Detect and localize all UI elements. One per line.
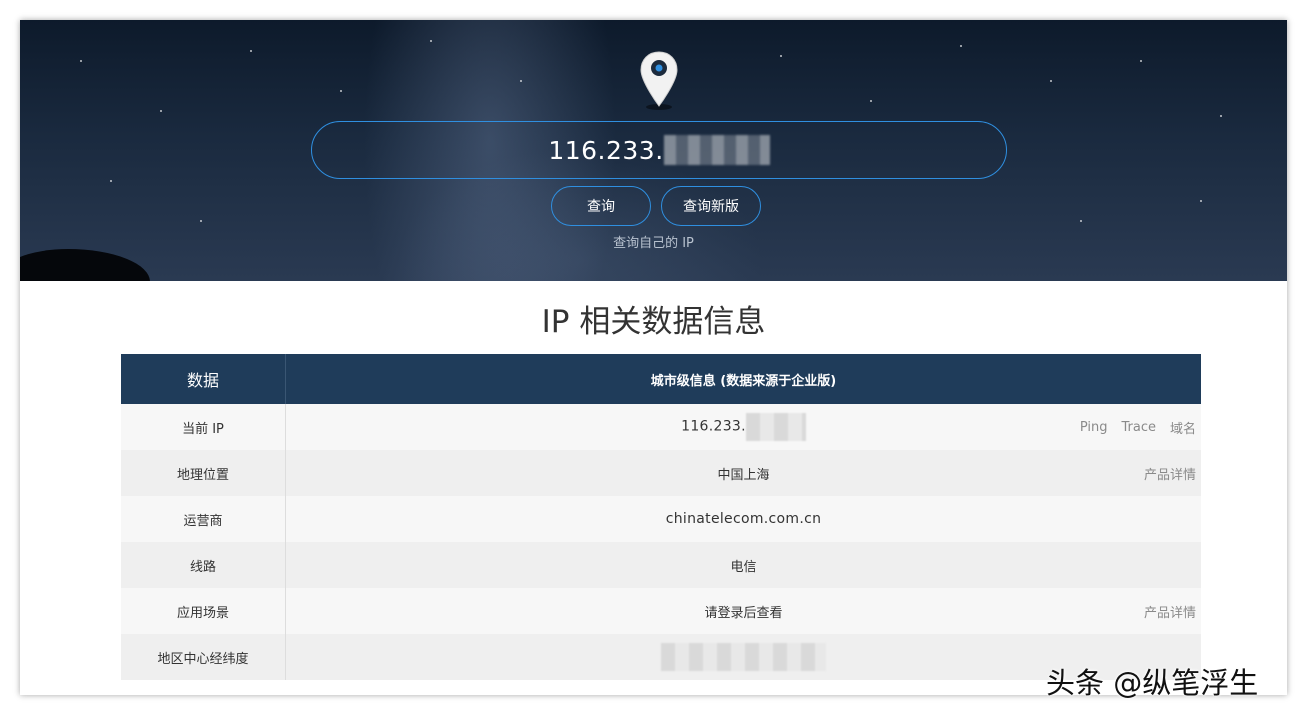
redacted-ip-suffix [745,413,806,441]
query-button[interactable]: 查询 [551,186,651,226]
ip-action-links: Ping Trace 域名 [1080,404,1196,450]
row-label: 地区中心经纬度 [121,634,286,680]
redacted-coordinates [661,643,826,671]
ip-info-table: 数据 城市级信息 (数据来源于企业版) 当前 IP 116.233. Ping … [121,354,1201,680]
ping-link[interactable]: Ping [1080,420,1108,435]
scenario-action-links: 产品详情 [1144,588,1196,634]
product-details-link[interactable]: 产品详情 [1144,602,1196,621]
row-label: 线路 [121,542,286,588]
location-pin-icon [640,51,678,110]
table-row-coordinates: 地区中心经纬度 [121,634,1201,680]
row-label: 应用场景 [121,588,286,634]
row-value-cell: 116.233. Ping Trace 域名 [285,404,1201,450]
table-row-line: 线路 电信 [121,542,1201,588]
horizon-silhouette [20,249,150,281]
query-new-button[interactable]: 查询新版 [661,186,761,226]
ip-search-input[interactable]: 116.233. [311,121,1007,179]
table-row-isp: 运营商 chinatelecom.com.cn [121,496,1201,542]
watermark-text: 头条 @纵笔浮生 [1046,666,1259,700]
row-label: 运营商 [121,496,286,542]
location-value: 中国上海 [717,467,770,483]
location-action-links: 产品详情 [1144,450,1196,496]
current-ip-value: 116.233. [681,418,746,435]
domain-link[interactable]: 域名 [1170,418,1196,437]
row-label: 地理位置 [121,450,286,496]
table-row-scenario: 应用场景 请登录后查看 产品详情 [121,588,1201,634]
row-label: 当前 IP [121,404,286,450]
scenario-value: 请登录后查看 [704,605,783,621]
trace-link[interactable]: Trace [1121,420,1156,435]
section-title: IP 相关数据信息 [541,304,766,340]
isp-value: chinatelecom.com.cn [665,511,822,527]
redacted-ip-suffix [663,135,770,165]
table-row-current-ip: 当前 IP 116.233. Ping Trace 域名 [121,404,1201,450]
row-value-cell: 请登录后查看 产品详情 [285,588,1201,634]
row-value-cell: 电信 [285,542,1201,588]
search-ip-text: 116.233. [548,135,664,165]
query-own-ip-link[interactable]: 查询自己的 IP [20,232,1287,251]
row-value-cell: 中国上海 产品详情 [285,450,1201,496]
table-header-city-info: 城市级信息 (数据来源于企业版) [285,354,1201,404]
page-frame: 116.233. 查询 查询新版 查询自己的 IP IP 相关数据信息 数据 城… [20,20,1287,695]
hero-banner: 116.233. 查询 查询新版 查询自己的 IP [20,20,1287,281]
row-value-cell: chinatelecom.com.cn [285,496,1201,542]
table-header-data: 数据 [121,354,286,404]
table-row-location: 地理位置 中国上海 产品详情 [121,450,1201,496]
product-details-link[interactable]: 产品详情 [1144,464,1196,483]
line-value: 电信 [730,559,757,575]
